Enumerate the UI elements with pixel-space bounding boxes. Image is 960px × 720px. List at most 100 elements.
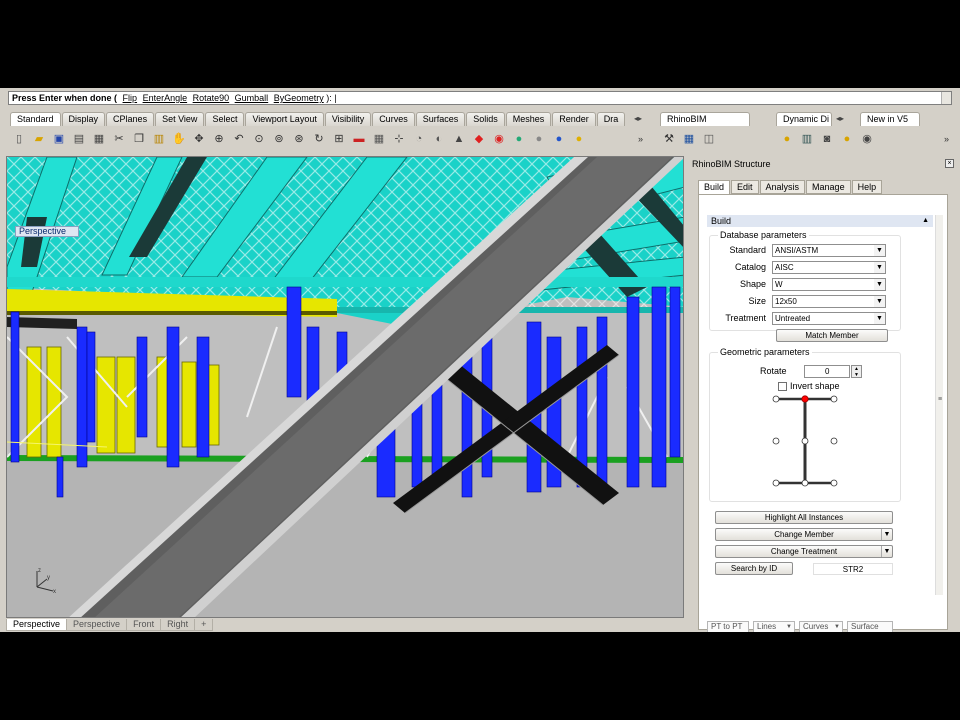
- standard-select[interactable]: ANSI/ASTM ▼: [772, 244, 886, 257]
- car-icon[interactable]: ▬: [350, 130, 368, 148]
- vptab-right[interactable]: Right: [160, 619, 196, 631]
- command-line[interactable]: Press Enter when done ( Flip EnterAngle …: [8, 91, 952, 105]
- copy-icon[interactable]: ❐: [130, 130, 148, 148]
- shape-select[interactable]: W ▼: [772, 278, 886, 291]
- zoom-selected-icon[interactable]: ⊛: [290, 130, 308, 148]
- pt-to-pt-button[interactable]: PT to PT: [707, 621, 749, 632]
- search-by-id-button[interactable]: Search by ID: [715, 562, 793, 575]
- size-select[interactable]: 12x50 ▼: [772, 295, 886, 308]
- curves-dropdown[interactable]: Curves ▼: [799, 621, 843, 632]
- camera-icon[interactable]: ◙: [818, 130, 836, 148]
- tab-solids[interactable]: Solids: [466, 112, 505, 126]
- i-beam-profile-icon[interactable]: [770, 393, 840, 493]
- rhinobim-tools-icon[interactable]: ⚒: [660, 130, 678, 148]
- lines-dropdown[interactable]: Lines ▼: [753, 621, 795, 632]
- chevron-down-icon[interactable]: ▼: [834, 622, 840, 632]
- change-treatment-button[interactable]: Change Treatment ▼: [715, 545, 893, 558]
- steel-structure-model[interactable]: [7, 157, 684, 618]
- chevron-down-icon[interactable]: ▼: [874, 262, 885, 273]
- match-member-button[interactable]: Match Member: [776, 329, 888, 342]
- change-member-button[interactable]: Change Member ▼: [715, 528, 893, 541]
- tab-new-in-v5[interactable]: New in V5: [860, 112, 920, 126]
- pan-icon[interactable]: ✋: [170, 130, 188, 148]
- tab-cplanes[interactable]: CPlanes: [106, 112, 155, 126]
- shade-icon[interactable]: ●: [510, 130, 528, 148]
- chevron-down-icon[interactable]: ▼: [874, 279, 885, 290]
- tab-meshes[interactable]: Meshes: [505, 112, 552, 126]
- toolbar-overflow-icon[interactable]: »: [638, 134, 643, 144]
- tab-drafting[interactable]: Dra: [596, 112, 626, 126]
- dimension-grid-icon[interactable]: ▥: [798, 130, 816, 148]
- zoom-icon[interactable]: ⊕: [210, 130, 228, 148]
- chevron-down-icon[interactable]: ▼: [874, 245, 885, 256]
- tab-curves[interactable]: Curves: [372, 112, 415, 126]
- chevron-down-icon[interactable]: ▼: [786, 622, 792, 632]
- tab-visibility[interactable]: Visibility: [324, 112, 372, 126]
- command-option-flip[interactable]: Flip: [123, 93, 138, 103]
- chevron-down-icon[interactable]: ▼: [874, 296, 885, 307]
- tab-select[interactable]: Select: [205, 112, 245, 126]
- tab-manage[interactable]: Manage: [806, 180, 851, 194]
- open-icon[interactable]: ▰: [30, 130, 48, 148]
- add-viewport-icon[interactable]: +: [194, 619, 214, 631]
- tab-scroll-arrows-icon[interactable]: ◂▸: [634, 114, 642, 123]
- toolbar-overflow-icon[interactable]: »: [944, 134, 949, 144]
- chevron-down-icon[interactable]: ▼: [881, 529, 892, 540]
- layers-icon[interactable]: ◆: [470, 130, 488, 148]
- color-wheel-icon[interactable]: ◉: [490, 130, 508, 148]
- tab-rhinobim[interactable]: RhinoBIM: [660, 112, 750, 126]
- hide-icon[interactable]: ◐: [430, 130, 448, 148]
- tab-help[interactable]: Help: [851, 180, 883, 194]
- cut-icon[interactable]: ✂: [110, 130, 128, 148]
- viewport-title[interactable]: Perspective: [15, 226, 79, 237]
- print-icon[interactable]: ▤: [70, 130, 88, 148]
- command-scroll[interactable]: [941, 92, 951, 104]
- tab-analysis[interactable]: Analysis: [759, 180, 806, 194]
- four-viewports-icon[interactable]: ⊞: [330, 130, 348, 148]
- rotate-input[interactable]: 0: [804, 365, 850, 378]
- new-file-icon[interactable]: ▯: [10, 130, 28, 148]
- tab-edit[interactable]: Edit: [731, 180, 759, 194]
- tab-build[interactable]: Build: [698, 180, 731, 195]
- material-icon[interactable]: ●: [550, 130, 568, 148]
- command-option-enterangle[interactable]: EnterAngle: [143, 93, 188, 103]
- invert-shape-checkbox[interactable]: [778, 382, 787, 391]
- tab-scroll-arrows-icon[interactable]: ◂▸: [836, 114, 844, 123]
- grid-icon[interactable]: ▦: [370, 130, 388, 148]
- rhinobim-detail-icon[interactable]: ◫: [700, 130, 718, 148]
- zoom-window-icon[interactable]: ⊙: [250, 130, 268, 148]
- tab-viewport-layout[interactable]: Viewport Layout: [245, 112, 324, 126]
- vptab-front[interactable]: Front: [126, 619, 162, 631]
- chevron-down-icon[interactable]: ▼: [881, 546, 892, 557]
- points-icon[interactable]: ⊹: [390, 130, 408, 148]
- chevron-down-icon[interactable]: ▼: [874, 313, 885, 324]
- rotate-spinner-icon[interactable]: ▲ ▼: [851, 365, 862, 378]
- paste-icon[interactable]: ▥: [150, 130, 168, 148]
- treatment-select[interactable]: Untreated ▼: [772, 312, 886, 325]
- search-id-field[interactable]: STR2: [813, 563, 893, 575]
- save-icon[interactable]: ▣: [50, 130, 68, 148]
- properties-icon[interactable]: ▦: [90, 130, 108, 148]
- highlight-all-instances-button[interactable]: Highlight All Instances: [715, 511, 893, 524]
- tab-surfaces[interactable]: Surfaces: [415, 112, 466, 126]
- lock-icon[interactable]: ▲: [450, 130, 468, 148]
- panel-scrollbar[interactable]: ≡: [935, 215, 943, 595]
- tab-render[interactable]: Render: [552, 112, 596, 126]
- command-option-rotate90[interactable]: Rotate90: [193, 93, 230, 103]
- catalog-select[interactable]: AISC ▼: [772, 261, 886, 274]
- vptab-perspective-1[interactable]: Perspective: [6, 619, 68, 631]
- tab-dynamic[interactable]: Dynamic Di: [776, 112, 832, 126]
- collapse-caret-icon[interactable]: ▲: [922, 215, 929, 227]
- bulb-icon[interactable]: ●: [570, 130, 588, 148]
- analyze-icon[interactable]: ◔: [410, 130, 428, 148]
- tab-set-view[interactable]: Set View: [155, 112, 205, 126]
- dimension-head-icon[interactable]: ●: [778, 130, 796, 148]
- view-icon[interactable]: ◉: [858, 130, 876, 148]
- tab-display[interactable]: Display: [61, 112, 106, 126]
- build-section-header[interactable]: Build ▲: [707, 215, 933, 227]
- scroll-grip-icon[interactable]: ≡: [937, 395, 943, 405]
- render-sphere-icon[interactable]: ●: [530, 130, 548, 148]
- zoom-extents-icon[interactable]: ⊚: [270, 130, 288, 148]
- light-icon[interactable]: ●: [838, 130, 856, 148]
- command-option-bygeometry[interactable]: ByGeometry: [274, 93, 324, 103]
